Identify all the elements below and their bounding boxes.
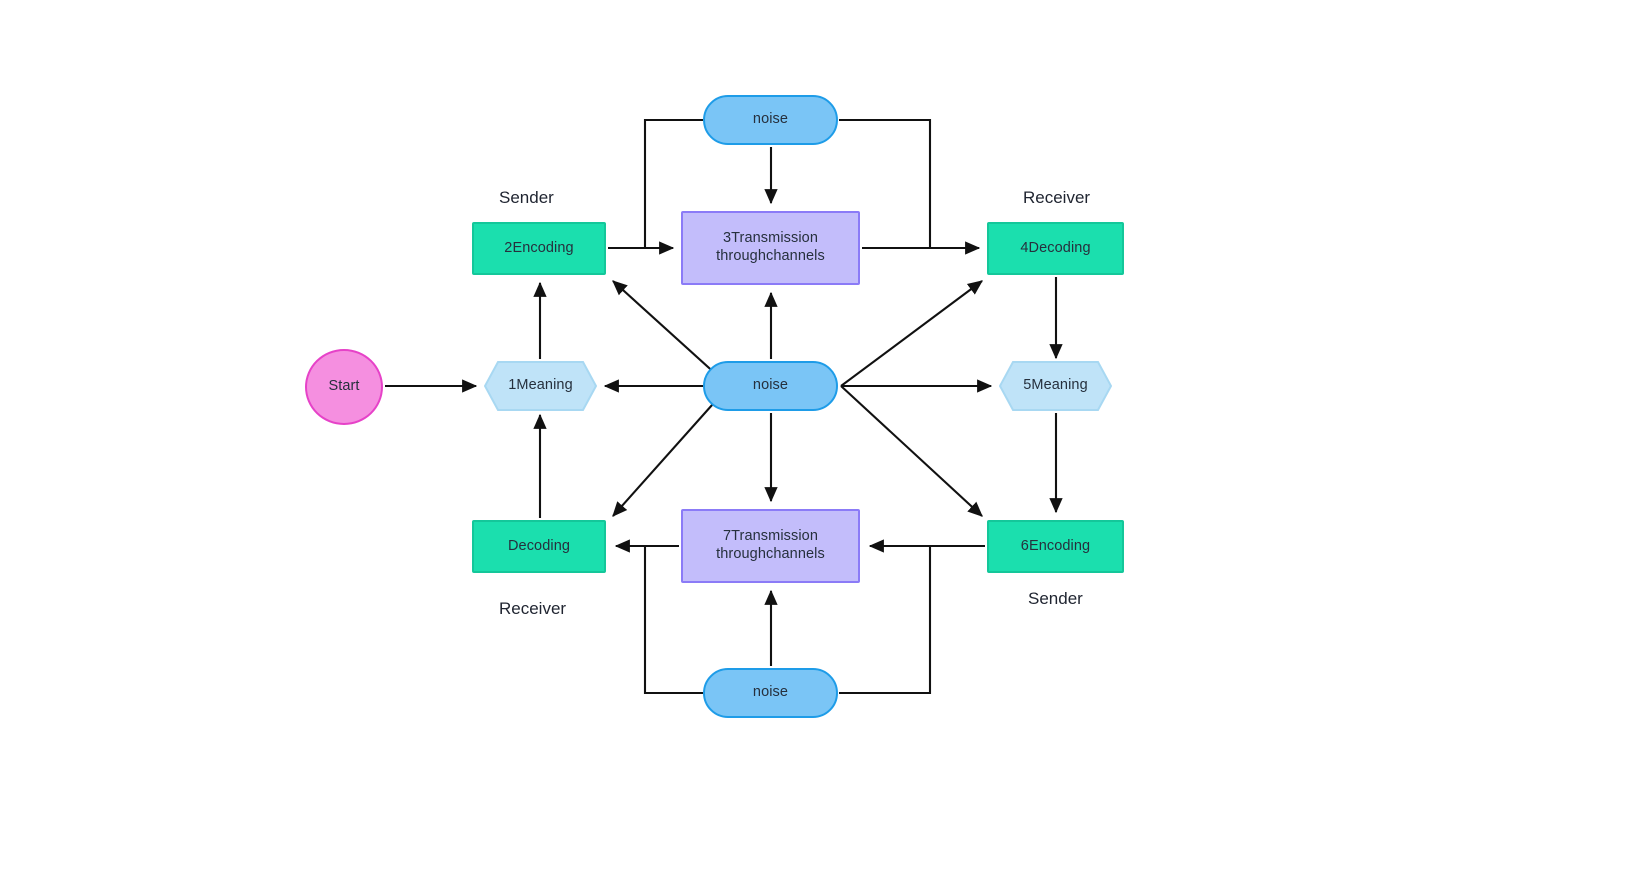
node-noise-top[interactable]: noise [703, 95, 838, 145]
node-decoding4-label: 4Decoding [1020, 239, 1091, 256]
node-encoding2[interactable]: 2Encoding [472, 222, 606, 275]
label-sender-bottom: Sender [1028, 589, 1083, 608]
node-meaning1-label: 1Meaning [508, 377, 573, 394]
node-encoding6[interactable]: 6Encoding [987, 520, 1124, 573]
edge-noise-mid-to-decoding4 [840, 280, 983, 387]
node-noise-top-label: noise [752, 111, 789, 128]
flowchart-canvas: Start 1Meaning 2Encoding 3Transmission t… [0, 0, 1635, 896]
node-meaning5[interactable]: 5Meaning [999, 361, 1112, 411]
label-sender-top: Sender [499, 188, 554, 207]
label-receiver-bottom: Receiver [499, 599, 567, 618]
node-noise-center-label: noise [752, 377, 789, 394]
edge-noise-mid-to-encoding6 [840, 385, 983, 517]
node-decoding-label: Decoding [507, 537, 571, 554]
node-meaning5-label: 5Meaning [1023, 377, 1088, 394]
node-start-label: Start [328, 378, 360, 395]
node-start[interactable]: Start [305, 349, 383, 425]
node-decoding[interactable]: Decoding [472, 520, 606, 573]
label-receiver-top: Receiver [1023, 188, 1091, 207]
node-transmission3-label: 3Transmission throughchannels [716, 230, 825, 264]
node-noise-center[interactable]: noise [703, 361, 838, 411]
node-encoding6-label: 6Encoding [1020, 537, 1091, 554]
node-decoding4[interactable]: 4Decoding [987, 222, 1124, 275]
node-transmission3[interactable]: 3Transmission throughchannels [681, 211, 860, 285]
node-noise-bottom-label: noise [752, 684, 789, 701]
node-transmission7-label: 7Transmission throughchannels [716, 528, 825, 562]
node-transmission7[interactable]: 7Transmission throughchannels [681, 509, 860, 583]
node-encoding2-label: 2Encoding [504, 239, 574, 256]
node-meaning1[interactable]: 1Meaning [484, 361, 597, 411]
node-noise-bottom[interactable]: noise [703, 668, 838, 718]
